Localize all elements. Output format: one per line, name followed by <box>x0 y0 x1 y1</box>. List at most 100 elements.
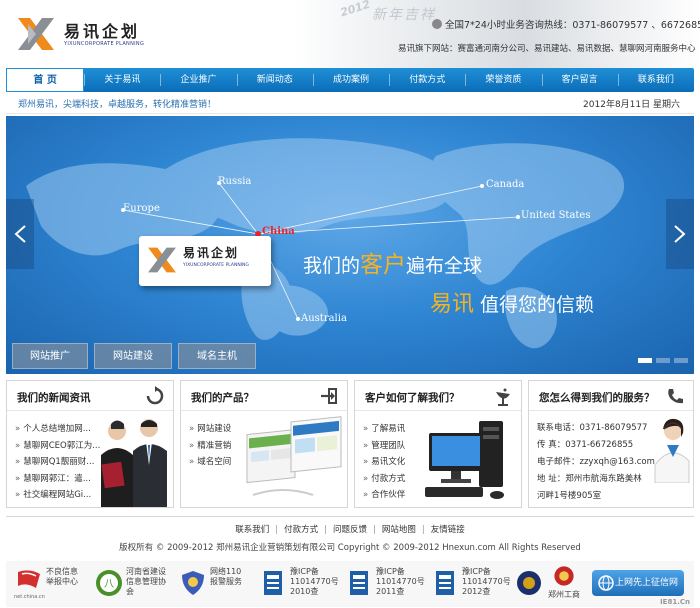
deco-greeting: 新年吉祥 <box>372 7 436 23</box>
badge-icp-2011[interactable]: 豫ICP备 11014770号 2011查 <box>344 564 428 604</box>
hero-logo-card: 易讯企划 YIXUNCORPORATE PLANNING <box>139 236 271 286</box>
badge-text: 网络110 报警服务 <box>210 567 242 586</box>
nav-item-honors[interactable]: 荣誉资质 <box>465 68 541 92</box>
products-box: 我们的产品？ 网站建设 精准营销 域名空间 <box>180 380 348 508</box>
carousel-dot[interactable] <box>674 358 688 363</box>
refresh-icon[interactable] <box>145 386 165 406</box>
carousel-next-button[interactable] <box>666 199 694 269</box>
logo-subtitle: YIXUNCORPORATE PLANNING <box>64 41 145 47</box>
about-box-title: 客户如何了解我们？ <box>365 392 460 404</box>
hero-tab-hosting[interactable]: 域名主机 <box>178 343 256 369</box>
about-list: 了解易讯 管理团队 易讯文化 付款方式 合作伙伴 <box>363 421 405 504</box>
badge-text: 郑州工商 <box>548 590 580 599</box>
news-item[interactable]: 个人总结增加网... <box>15 421 100 438</box>
badge-icp-2010[interactable]: 豫ICP备 11014770号 2010查 <box>258 564 342 604</box>
news-box: 我们的新闻资讯 个人总结增加网... 慧聊网CEO郭江为... 慧聊网Q1靓丽财… <box>6 380 174 508</box>
nav-item-news[interactable]: 新闻动态 <box>236 68 313 92</box>
credit-network-button[interactable]: 上网先上征信网 <box>592 570 684 596</box>
contact-email[interactable]: 电子邮件：zzyxqh@163.com <box>537 455 655 472</box>
news-box-header: 我们的新闻资讯 <box>7 381 173 411</box>
logo-title: 易讯企划 <box>64 22 141 41</box>
certification-badges: 不良信息 举报中心 net.china.cn 八 河南省建设 信息管理协会 网络11… <box>6 561 694 607</box>
badge-text: 豫ICP备 11014770号 2010查 <box>290 567 339 596</box>
site-header: 易讯企划 YIXUNCORPORATE PLANNING 2012 新年吉祥 全… <box>0 0 700 68</box>
carousel-dot[interactable] <box>638 358 652 363</box>
nav-item-payment[interactable]: 付款方式 <box>389 68 465 92</box>
carousel-dot[interactable] <box>656 358 670 363</box>
hero-headline-post: 遍布全球 <box>406 255 483 277</box>
contact-info: 联系电话：0371-86079577 传 真：0371-66726855 电子邮… <box>537 421 655 506</box>
news-item[interactable]: 慧聊网Q1靓丽财... <box>15 454 100 471</box>
subsites-links[interactable]: 易讯旗下网站：赛富通河南分公司、易讯建站、易讯数据、慧聊网河南服务中心 <box>398 42 696 54</box>
news-item[interactable]: 社交编程网站Gi... <box>15 487 100 504</box>
slogan-text: 郑州易讯，尖端科技，卓越服务，转化精准营销！ <box>18 100 217 110</box>
badge-network-110[interactable]: 网络110 报警服务 <box>178 564 256 604</box>
about-item[interactable]: 管理团队 <box>363 438 405 455</box>
nav-item-messages[interactable]: 客户留言 <box>541 68 618 92</box>
carousel-prev-button[interactable] <box>6 199 34 269</box>
icp-seal-icon <box>436 571 454 595</box>
footer-link-contact[interactable]: 联系我们 <box>235 525 269 535</box>
deco-year: 2012 <box>338 0 372 20</box>
badge-caption: net.china.cn <box>14 594 45 600</box>
news-item[interactable]: 慧聊网郭江：遣... <box>15 471 100 488</box>
hero-tab-promotion[interactable]: 网站推广 <box>12 343 88 369</box>
label-russia: Russia <box>218 176 252 187</box>
construction-association-icon: 八 <box>96 570 122 596</box>
nav-item-promotion[interactable]: 企业推广 <box>160 68 236 92</box>
footer-link-sitemap[interactable]: 网站地图 <box>382 525 416 535</box>
about-item[interactable]: 了解易讯 <box>363 421 405 438</box>
satellite-dish-icon[interactable] <box>493 386 513 406</box>
hero-subheadline: 易讯 值得您的信赖 <box>430 286 594 318</box>
hero-tab-website[interactable]: 网站建设 <box>94 343 172 369</box>
hero-tabs: 网站推广 网站建设 域名主机 <box>12 343 256 369</box>
nav-item-contact[interactable]: 联系我们 <box>617 68 694 92</box>
hero-logo-title: 易讯企划 <box>183 246 240 260</box>
hero-headline-highlight: 客户 <box>360 252 407 278</box>
about-box-header: 客户如何了解我们？ <box>355 381 521 411</box>
current-date: 2012年8月11日 星期六 <box>583 100 680 110</box>
phone-icon <box>432 19 442 29</box>
about-item[interactable]: 易讯文化 <box>363 454 405 471</box>
news-item[interactable]: 慧聊网CEO郭江为... <box>15 438 100 455</box>
watermark: IE81.Cn <box>660 598 690 606</box>
phone-icon[interactable] <box>665 386 685 406</box>
globe-icon <box>598 575 614 591</box>
badge-report-center[interactable]: 不良信息 举报中心 net.china.cn <box>14 564 92 604</box>
label-australia: Australia <box>301 313 347 324</box>
site-footer: 联系我们 | 付款方式 | 问题反馈 | 网站地图 | 友情链接 版权所有 © 2009-201… <box>6 516 694 608</box>
badge-henan-construction[interactable]: 八 河南省建设 信息管理协会 <box>94 564 176 604</box>
product-item[interactable]: 精准营销 <box>189 438 231 455</box>
label-united-states: United States <box>521 210 591 221</box>
login-arrow-icon[interactable] <box>319 386 339 406</box>
police-shield-icon <box>182 571 204 595</box>
hero-subheadline-highlight: 易讯 <box>430 292 475 317</box>
service-box: 您怎么得到我们的服务？ 联系电话：0371-86079577 传 真：0371-… <box>528 380 694 508</box>
nav-item-home[interactable]: 首 页 <box>6 68 85 92</box>
hero-subheadline-post: 值得您的信赖 <box>474 294 595 316</box>
about-item[interactable]: 付款方式 <box>363 471 405 488</box>
hero-banner[interactable]: Russia Europe China Canada United States… <box>6 116 694 374</box>
contact-fax: 传 真：0371-66726855 <box>537 440 634 450</box>
hotline-text: 全国7*24小时业务咨询热线：0371-86079577 、66726855 <box>445 20 700 31</box>
copyright: 版权所有 © 2009-2012 郑州易讯企业营销策划有限公司 Copyrigh… <box>119 543 581 553</box>
about-item[interactable]: 合作伙伴 <box>363 487 405 504</box>
product-item[interactable]: 网站建设 <box>189 421 231 438</box>
business-people-image <box>101 419 167 507</box>
badge-police-emblem[interactable] <box>514 564 544 604</box>
credit-network-label: 上网先上征信网 <box>614 578 678 588</box>
badge-text: 河南省建设 信息管理协会 <box>126 567 166 596</box>
footer-link-payment[interactable]: 付款方式 <box>284 525 318 535</box>
nav-item-about[interactable]: 关于易讯 <box>84 68 160 92</box>
site-logo[interactable]: 易讯企划 YIXUNCORPORATE PLANNING <box>14 14 144 54</box>
badge-icp-2012[interactable]: 豫ICP备 11014770号 2012查 <box>430 564 514 604</box>
product-item[interactable]: 域名空间 <box>189 454 231 471</box>
news-box-title: 我们的新闻资讯 <box>17 392 91 404</box>
badge-text: 豫ICP备 11014770号 2011查 <box>376 567 425 596</box>
nav-item-cases[interactable]: 成功案例 <box>312 68 389 92</box>
products-box-title: 我们的产品？ <box>191 392 254 404</box>
footer-link-feedback[interactable]: 问题反馈 <box>333 525 367 535</box>
badge-zhengzhou-commerce[interactable]: 郑州工商 <box>546 564 594 604</box>
footer-link-friends[interactable]: 友情链接 <box>431 525 465 535</box>
hero-headline: 我们的客户遍布全球 <box>303 245 482 279</box>
